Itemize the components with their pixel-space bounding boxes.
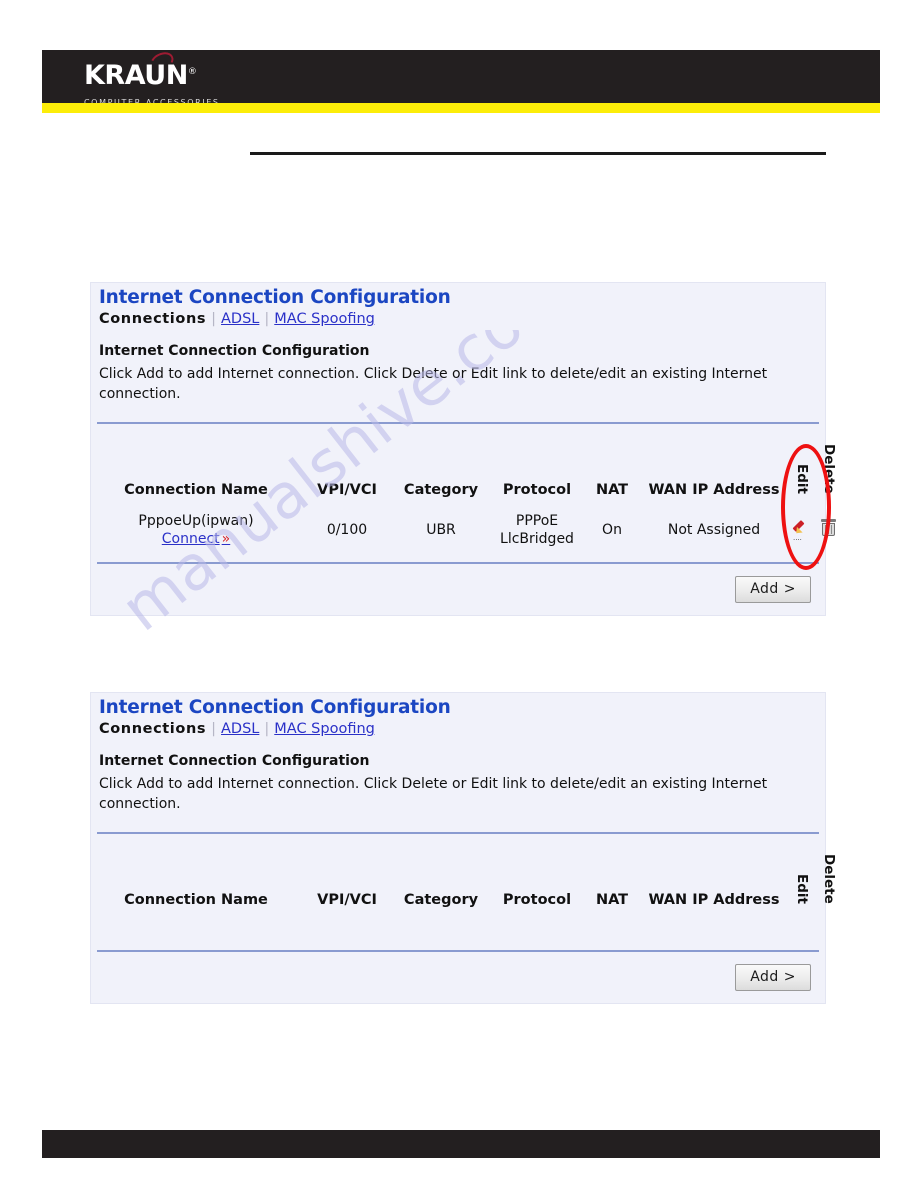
nav-item-mac-spoofing[interactable]: MAC Spoofing — [274, 721, 375, 737]
protocol-line-1: PPPoE — [515, 512, 559, 529]
panel-button-row: Add > — [91, 564, 825, 615]
nav-separator: | — [264, 721, 270, 737]
trash-rib — [827, 524, 829, 534]
cell-delete-action[interactable] — [813, 508, 843, 562]
page-title: Internet Connection Configuration — [99, 287, 451, 308]
trash-rib — [824, 524, 826, 534]
nav-item-connections[interactable]: Connections — [99, 721, 206, 737]
nav-item-connections[interactable]: Connections — [99, 311, 206, 327]
section-heading: Internet Connection Configuration — [99, 753, 370, 769]
brand-name-text: KRAUN — [84, 60, 188, 91]
column-header-edit: Edit — [789, 424, 813, 508]
config-panel-two: Internet Connection Configuration Connec… — [90, 692, 837, 1004]
protocol-line-2: LlcBridged — [500, 530, 574, 547]
trash-icon[interactable] — [820, 518, 836, 536]
column-header-delete-label: Delete — [820, 444, 837, 494]
trash-lid — [820, 518, 836, 522]
trash-rib — [830, 524, 832, 534]
connect-link[interactable]: Connect» — [91, 530, 301, 548]
brand-wordmark: KRAUN® — [84, 48, 264, 91]
column-header-edit: Edit — [789, 834, 813, 918]
table-header-row: Connection Name VPI/VCI Category Protoco… — [91, 834, 843, 918]
table-header-row: Connection Name VPI/VCI Category Protoco… — [91, 424, 843, 508]
double-chevron-right-icon: » — [221, 530, 231, 547]
column-header-delete-label: Delete — [820, 854, 837, 904]
column-header-delete: Delete — [813, 424, 843, 508]
panel-button-row: Add > — [91, 952, 825, 1003]
section-heading: Internet Connection Configuration — [99, 343, 370, 359]
cell-connection-name: PppoeUp(ipwan) Connect» — [91, 508, 301, 562]
connections-table: Connection Name VPI/VCI Category Protoco… — [91, 834, 843, 950]
page-top-rule — [250, 152, 826, 155]
add-button[interactable]: Add > — [735, 575, 811, 603]
nav-separator: | — [211, 311, 216, 327]
column-header-edit-label: Edit — [793, 873, 810, 904]
column-header-delete: Delete — [813, 834, 843, 918]
pencil-dots: ···· — [793, 536, 802, 545]
column-header-vpi-vci: VPI/VCI — [317, 481, 377, 498]
column-header-connection-name: Connection Name — [124, 891, 268, 908]
cell-edit-action[interactable]: ···· — [789, 508, 813, 562]
footer-bar — [42, 1130, 880, 1158]
column-header-category: Category — [403, 481, 479, 498]
column-header-protocol: Protocol — [502, 481, 572, 498]
table-body-empty — [91, 918, 843, 950]
brand-header-bar: KRAUN® COMPUTER ACCESSORIES — [42, 48, 880, 107]
pencil-icon[interactable]: ···· — [792, 519, 809, 544]
breadcrumb: Connections | ADSL | MAC Spoofing — [91, 718, 825, 737]
connection-name-text: PppoeUp(ipwan) — [138, 512, 254, 529]
nav-item-adsl[interactable]: ADSL — [221, 311, 259, 327]
column-header-connection-name: Connection Name — [124, 481, 268, 498]
section-description: Click Add to add Internet connection. Cl… — [99, 366, 768, 402]
column-header-nat: NAT — [595, 891, 629, 908]
cell-nat: On — [602, 521, 622, 538]
column-header-nat: NAT — [595, 481, 629, 498]
cell-wan-ip-address: Not Assigned — [667, 521, 761, 538]
config-panel-one: Internet Connection Configuration Connec… — [90, 282, 837, 616]
breadcrumb: Connections | ADSL | MAC Spoofing — [91, 308, 825, 327]
cell-protocol: PPPoE LlcBridged — [489, 508, 585, 562]
section-description: Click Add to add Internet connection. Cl… — [99, 776, 768, 812]
column-header-edit-label: Edit — [793, 463, 810, 494]
nav-separator: | — [211, 721, 216, 737]
nav-item-adsl[interactable]: ADSL — [221, 721, 259, 737]
column-header-wan-ip-address: WAN IP Address — [648, 891, 780, 908]
table-empty-spacer-row — [91, 918, 843, 950]
add-button[interactable]: Add > — [735, 963, 811, 991]
nav-item-mac-spoofing[interactable]: MAC Spoofing — [274, 311, 375, 327]
column-header-wan-ip-address: WAN IP Address — [648, 481, 780, 498]
cell-vpi-vci: 0/100 — [326, 521, 368, 538]
kraun-logo: KRAUN® COMPUTER ACCESSORIES — [84, 48, 264, 107]
registered-trademark-icon: ® — [187, 67, 197, 77]
connect-link-label: Connect — [161, 530, 220, 547]
page-title: Internet Connection Configuration — [99, 697, 451, 718]
nav-separator: | — [264, 311, 270, 327]
brand-yellow-stripe — [42, 103, 880, 113]
table-row: PppoeUp(ipwan) Connect» 0/100 UBR PPPoE … — [91, 508, 843, 562]
cell-category: UBR — [426, 521, 456, 538]
column-header-vpi-vci: VPI/VCI — [317, 891, 377, 908]
column-header-protocol: Protocol — [502, 891, 572, 908]
connections-table: Connection Name VPI/VCI Category Protoco… — [91, 424, 843, 562]
column-header-category: Category — [403, 891, 479, 908]
